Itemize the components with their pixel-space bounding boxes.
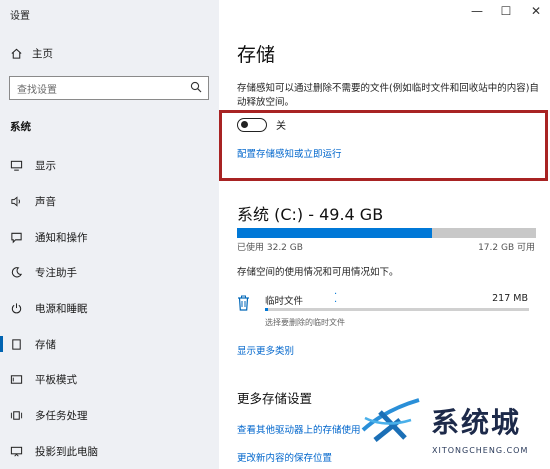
project-icon xyxy=(10,445,23,458)
usage-note: 存储空间的使用情况和可用情况如下。 xyxy=(237,267,399,278)
trash-icon xyxy=(237,295,250,314)
home-nav-item[interactable]: 主页 xyxy=(10,46,53,61)
temp-files-size: 217 MB xyxy=(492,293,528,304)
home-icon xyxy=(10,47,23,60)
sidebar-item-tablet-mode[interactable]: 平板模式 xyxy=(0,362,219,398)
notification-icon xyxy=(10,231,23,244)
search-input[interactable]: 查找设置 xyxy=(9,76,209,100)
watermark: 系统城 xyxy=(355,390,521,451)
temp-files-item[interactable]: 临时文件 · · 217 MB 选择要删除的临时文件 xyxy=(237,289,537,331)
sidebar-item-label: 电源和睡眠 xyxy=(35,303,88,316)
sidebar-item-label: 多任务处理 xyxy=(35,410,88,423)
moon-icon xyxy=(10,266,23,279)
drive-usage-fill xyxy=(237,228,432,238)
tablet-icon xyxy=(10,373,23,386)
temp-files-subtext: 选择要删除的临时文件 xyxy=(265,318,345,327)
temp-files-fill xyxy=(265,308,268,311)
sidebar-item-project[interactable]: 投影到此电脑 xyxy=(0,434,219,469)
sidebar-item-label: 通知和操作 xyxy=(35,231,88,244)
show-more-categories-link[interactable]: 显示更多类别 xyxy=(237,343,294,357)
temp-files-label: 临时文件 xyxy=(265,296,304,307)
sidebar-nav: 显示 声音 通知和操作 专注助手 电源和睡眠 存储 平板模式 多任务处理 投影到… xyxy=(0,148,219,469)
search-placeholder: 查找设置 xyxy=(17,84,57,96)
drive-used-label: 已使用 32.2 GB xyxy=(237,243,303,253)
sidebar: 设置 主页 查找设置 系统 显示 声音 通知和操作 专注助手 电源和睡眠 存储 … xyxy=(0,0,219,469)
sound-icon xyxy=(10,195,23,208)
sidebar-item-label: 专注助手 xyxy=(35,267,77,280)
app-title: 设置 xyxy=(10,11,30,22)
section-label-system: 系统 xyxy=(10,121,31,133)
sidebar-item-sound[interactable]: 声音 xyxy=(0,184,219,220)
storage-sense-description: 存储感知可以通过删除不需要的文件(例如临时文件和回收站中的内容)自动释放空间。 xyxy=(237,83,539,108)
sidebar-item-label: 显示 xyxy=(35,160,56,173)
sidebar-item-label: 声音 xyxy=(35,196,56,209)
multitask-icon xyxy=(10,409,23,422)
display-icon xyxy=(10,159,23,172)
sidebar-item-label: 投影到此电脑 xyxy=(35,445,98,458)
other-drives-link[interactable]: 查看其他驱动器上的存储使用 xyxy=(237,422,361,436)
watermark-subtext: XITONGCHENG.COM xyxy=(432,446,529,455)
drive-free-label: 17.2 GB 可用 xyxy=(478,243,535,253)
watermark-text: 系统城 xyxy=(431,405,522,439)
drive-title: 系统 (C:) - 49.4 GB xyxy=(237,205,384,224)
search-icon xyxy=(190,81,202,96)
sidebar-item-storage[interactable]: 存储 xyxy=(0,326,219,362)
change-save-location-link[interactable]: 更改新内容的保存位置 xyxy=(237,450,332,464)
temp-files-bar xyxy=(265,308,529,311)
sidebar-item-focus-assist[interactable]: 专注助手 xyxy=(0,255,219,291)
power-icon xyxy=(10,302,23,315)
storage-icon xyxy=(10,338,23,351)
loading-dots-icon: · · xyxy=(334,289,338,308)
highlight-box xyxy=(219,110,548,181)
more-storage-settings-heading: 更多存储设置 xyxy=(237,391,313,406)
sidebar-item-label: 平板模式 xyxy=(35,374,77,387)
sidebar-item-power-sleep[interactable]: 电源和睡眠 xyxy=(0,291,219,327)
sidebar-item-notifications[interactable]: 通知和操作 xyxy=(0,219,219,255)
drive-usage-bar xyxy=(237,228,536,238)
page-title: 存储 xyxy=(237,44,276,66)
sidebar-item-display[interactable]: 显示 xyxy=(0,148,219,184)
sidebar-item-label: 存储 xyxy=(35,338,56,351)
sidebar-item-multitasking[interactable]: 多任务处理 xyxy=(0,398,219,434)
watermark-logo-icon xyxy=(355,390,425,451)
home-label: 主页 xyxy=(32,48,53,60)
